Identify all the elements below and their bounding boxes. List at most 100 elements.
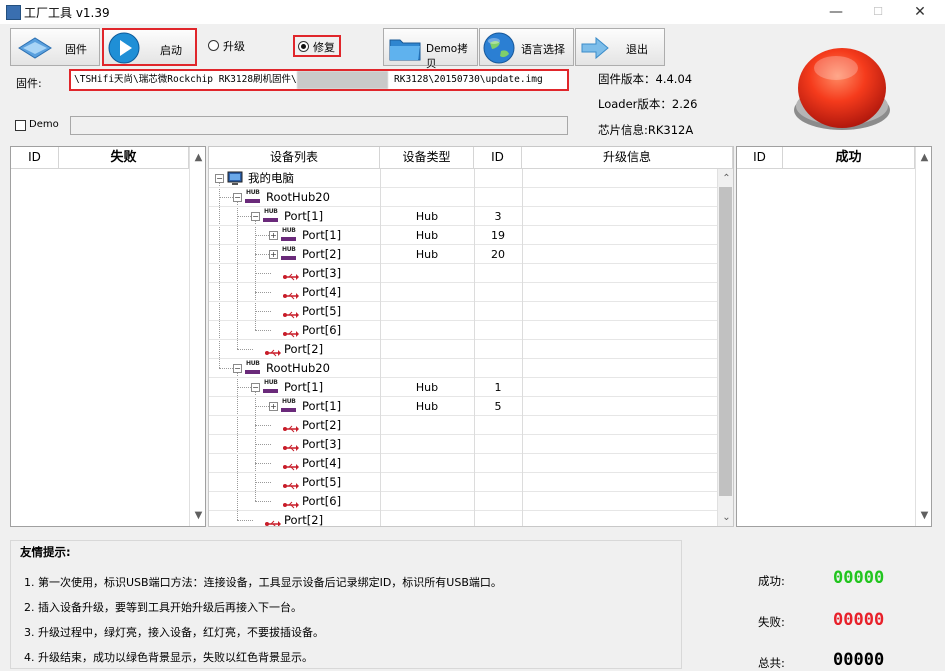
table-row[interactable]: Port[6] xyxy=(209,321,719,340)
radio-circle-selected xyxy=(298,41,309,52)
col-device-type[interactable]: 设备类型 xyxy=(380,147,474,168)
device-id xyxy=(474,454,522,473)
table-row[interactable]: − 我的电脑 xyxy=(209,169,719,188)
redacted-text: xxxxxxxxxxxxxxxx xyxy=(296,71,389,89)
window-title: 工厂工具 v1.39 xyxy=(24,6,110,20)
device-name: Port[2] xyxy=(302,418,342,432)
device-name: Port[2] xyxy=(284,513,324,526)
loader-version: Loader版本：2.26 xyxy=(598,97,698,111)
table-row[interactable]: Port[3] xyxy=(209,264,719,283)
device-type: Hub xyxy=(415,400,439,413)
col-id[interactable]: ID xyxy=(474,147,522,168)
device-name: Port[6] xyxy=(302,494,342,508)
scroll-up-icon[interactable]: ⌃ xyxy=(718,170,735,187)
table-row[interactable]: Port[3] xyxy=(209,435,719,454)
collapse-icon[interactable]: − xyxy=(233,364,242,373)
minimize-button[interactable]: — xyxy=(822,2,850,22)
success-col-title[interactable]: 成功 xyxy=(783,147,915,168)
hub-icon: HUB xyxy=(281,227,296,241)
device-type xyxy=(380,511,474,526)
fail-list-scrollbar[interactable]: ▲ ▼ xyxy=(189,147,205,526)
scroll-up-icon[interactable]: ▲ xyxy=(190,149,207,166)
tree-line xyxy=(255,482,271,483)
scrollbar-thumb[interactable] xyxy=(719,187,732,496)
demo-checkbox[interactable]: Demo xyxy=(15,119,65,133)
hub-icon: HUB xyxy=(281,398,296,412)
table-row[interactable]: Port[2] xyxy=(209,416,719,435)
table-row[interactable]: Port[2] xyxy=(209,340,719,359)
scroll-down-icon[interactable]: ▼ xyxy=(916,507,933,524)
firmware-path-end: RK3128\20150730\update.img xyxy=(388,74,543,85)
collapse-icon[interactable]: − xyxy=(233,193,242,202)
language-button[interactable]: 语言选择 xyxy=(479,28,574,66)
device-id: 19 xyxy=(491,229,505,242)
globe-icon xyxy=(483,32,515,64)
demo-copy-label: Demo拷贝 xyxy=(426,43,468,70)
table-row[interactable]: + HUB Port[2] Hub 20 xyxy=(209,245,719,264)
device-table-scrollbar[interactable]: ⌃ ⌄ xyxy=(717,169,733,526)
table-row[interactable]: + HUB Port[1] Hub 19 xyxy=(209,226,719,245)
demo-copy-button[interactable]: Demo拷贝 xyxy=(383,28,478,70)
tree-line xyxy=(255,330,271,331)
table-row[interactable]: Port[6] xyxy=(209,492,719,511)
firmware-path-field[interactable]: \TSHifi天尚\瑞芯微Rockchip RK3128刷机固件\xxxxxxx… xyxy=(69,69,569,91)
table-row[interactable]: Port[5] xyxy=(209,302,719,321)
start-button[interactable]: 启动 xyxy=(102,28,197,66)
scroll-up-icon[interactable]: ▲ xyxy=(916,149,933,166)
device-name: Port[4] xyxy=(302,456,342,470)
device-type xyxy=(380,435,474,454)
upgrade-radio[interactable]: 升级 xyxy=(208,38,268,54)
title-bar: 工厂工具 v1.39 — ☐ ✕ xyxy=(0,0,945,24)
table-row[interactable]: Port[5] xyxy=(209,473,719,492)
upgrade-radio-label: 升级 xyxy=(223,40,245,53)
device-type: Hub xyxy=(415,229,439,242)
repair-radio[interactable]: 修复 xyxy=(293,35,341,57)
fail-col-id[interactable]: ID xyxy=(11,147,59,168)
table-row[interactable]: Port[2] xyxy=(209,511,719,526)
usb-icon xyxy=(283,289,299,300)
success-col-id[interactable]: ID xyxy=(737,147,783,168)
table-row[interactable]: Port[4] xyxy=(209,283,719,302)
device-table[interactable]: 设备列表 设备类型 ID 升级信息 − 我的电脑 − HUB RootHub20− HUB… xyxy=(208,146,734,527)
fail-list[interactable]: ID 失败 ▲ ▼ xyxy=(10,146,206,527)
scroll-down-icon[interactable]: ⌄ xyxy=(718,509,735,526)
tree-line xyxy=(237,520,253,521)
table-row[interactable]: − HUB RootHub20 xyxy=(209,188,719,207)
col-upgrade-info[interactable]: 升级信息 xyxy=(522,147,733,168)
maximize-button[interactable]: ☐ xyxy=(864,2,892,22)
firmware-path-start: \TSHifi天尚\瑞芯微Rockchip RK3128刷机固件\ xyxy=(74,74,297,85)
tree-line xyxy=(255,444,271,445)
device-name: Port[2] xyxy=(302,247,342,261)
firmware-version: 固件版本：4.4.04 xyxy=(598,72,693,86)
firmware-button[interactable]: 固件 xyxy=(10,28,100,66)
device-name: Port[6] xyxy=(302,323,342,337)
tree-line xyxy=(255,425,271,426)
expand-icon[interactable]: + xyxy=(269,250,278,259)
close-button[interactable]: ✕ xyxy=(906,2,934,22)
expand-icon[interactable]: + xyxy=(269,231,278,240)
checkbox-box xyxy=(15,120,26,131)
table-row[interactable]: + HUB Port[1] Hub 5 xyxy=(209,397,719,416)
collapse-icon[interactable]: − xyxy=(251,212,260,221)
success-list-scrollbar[interactable]: ▲ ▼ xyxy=(915,147,931,526)
exit-button[interactable]: 退出 xyxy=(575,28,665,66)
success-list[interactable]: ID 成功 ▲ ▼ xyxy=(736,146,932,527)
table-row[interactable]: − HUB Port[1] Hub 3 xyxy=(209,207,719,226)
folder-icon xyxy=(389,39,421,61)
column-divider xyxy=(474,169,475,526)
table-row[interactable]: − HUB Port[1] Hub 1 xyxy=(209,378,719,397)
demo-path-field[interactable] xyxy=(70,116,568,135)
collapse-icon[interactable]: − xyxy=(215,174,224,183)
fail-col-title[interactable]: 失败 xyxy=(59,147,189,168)
expand-icon[interactable]: + xyxy=(269,402,278,411)
device-type xyxy=(380,416,474,435)
scroll-down-icon[interactable]: ▼ xyxy=(190,507,207,524)
table-row[interactable]: Port[4] xyxy=(209,454,719,473)
collapse-icon[interactable]: − xyxy=(251,383,260,392)
device-name: Port[3] xyxy=(302,266,342,280)
table-row[interactable]: − HUB RootHub20 xyxy=(209,359,719,378)
device-id xyxy=(474,416,522,435)
col-device-list[interactable]: 设备列表 xyxy=(209,147,380,168)
device-type: Hub xyxy=(415,248,439,261)
device-name: RootHub20 xyxy=(266,361,330,375)
